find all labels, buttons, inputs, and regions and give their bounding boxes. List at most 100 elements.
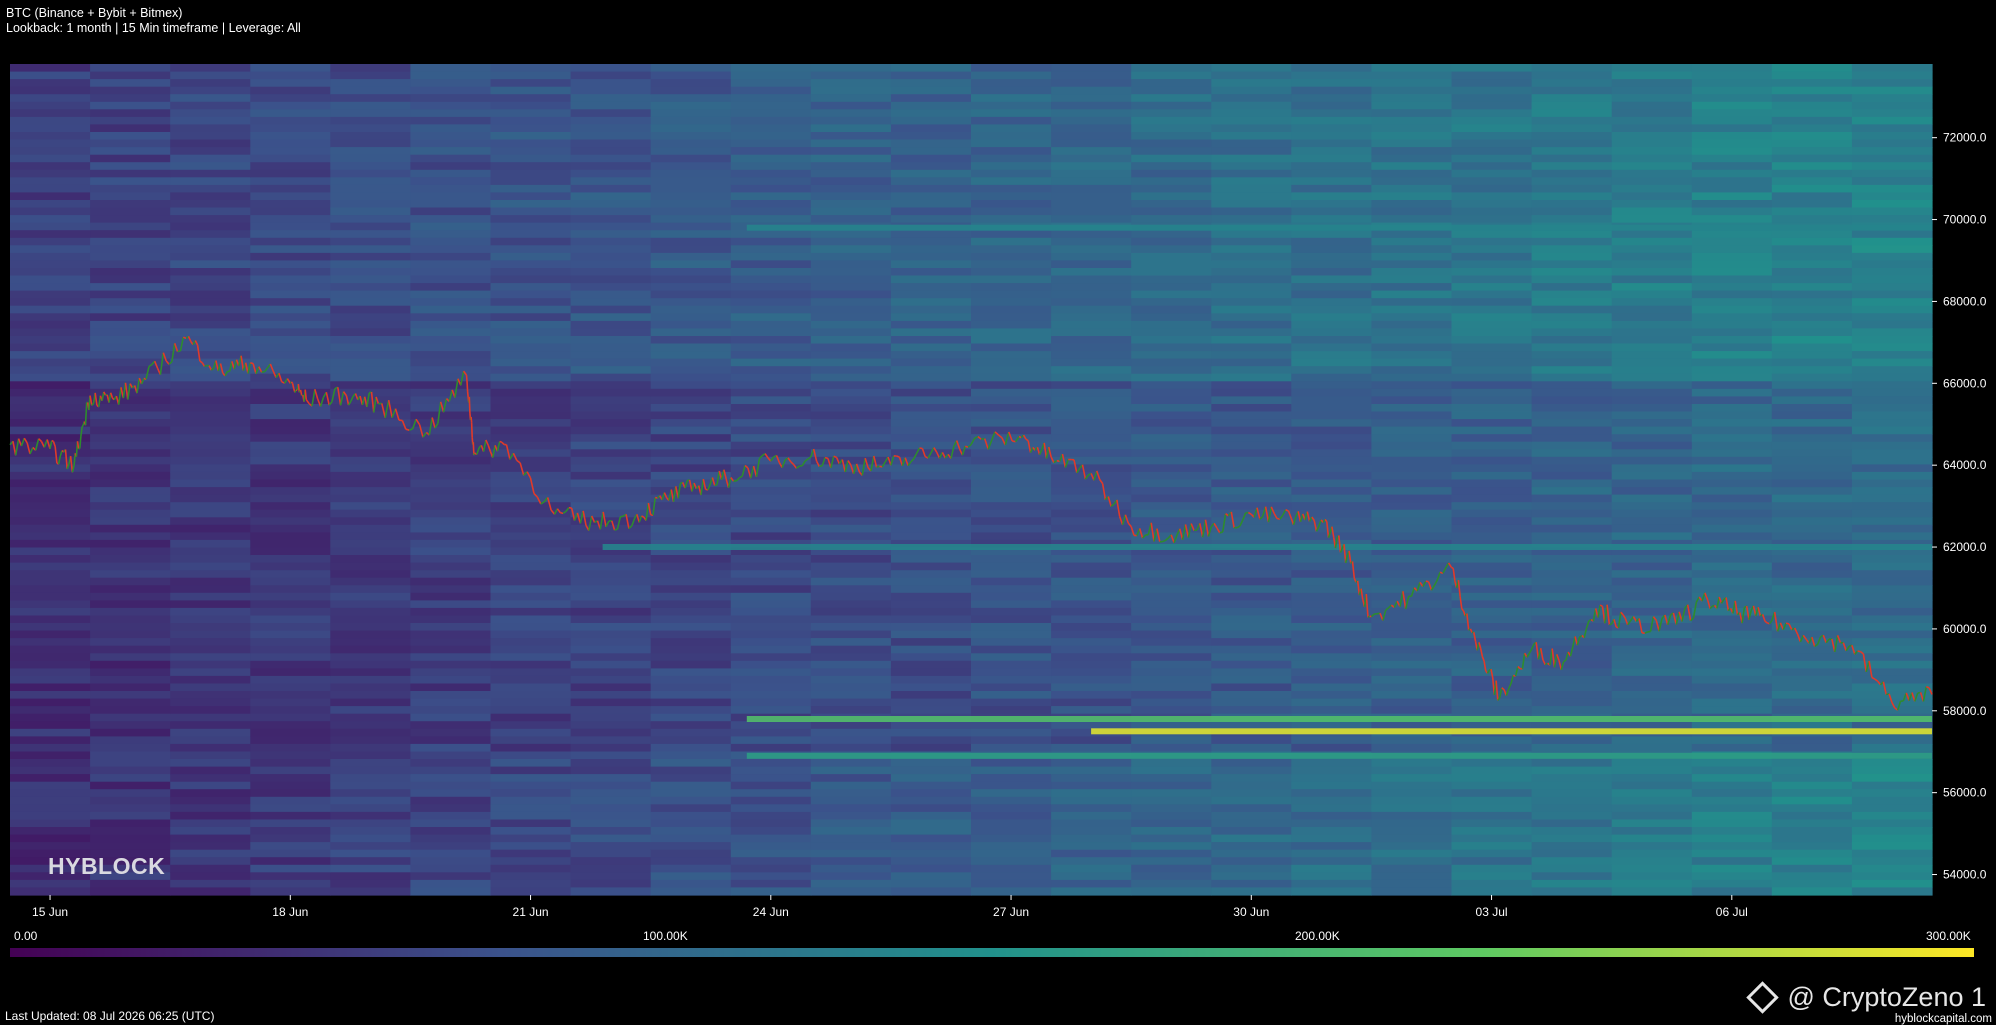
heatmap-cell — [250, 283, 331, 292]
heatmap-cell — [1691, 260, 1773, 269]
heatmap-cell — [1131, 404, 1212, 413]
heatmap-cell — [250, 487, 331, 496]
heatmap-cell — [971, 872, 1052, 881]
heatmap-cell — [330, 147, 411, 156]
heatmap-cell — [90, 721, 171, 730]
heatmap-cell — [650, 789, 732, 798]
heatmap-cell — [1131, 116, 1212, 126]
heatmap-cell — [1531, 872, 1613, 881]
heatmap-cell — [1291, 721, 1372, 730]
heatmap-cell — [1691, 668, 1773, 677]
heatmap-cell — [90, 343, 171, 352]
heatmap-cell — [890, 864, 972, 873]
heatmap-cell — [330, 366, 411, 375]
heatmap-cell — [250, 615, 331, 624]
heatmap-cell — [1291, 290, 1372, 299]
heatmap-cell — [1291, 64, 1372, 73]
heatmap-cell — [250, 638, 331, 647]
heatmap-cell — [1611, 864, 1693, 873]
heatmap-cell — [250, 517, 331, 526]
heatmap-cell — [90, 388, 171, 397]
heatmap-cell — [650, 842, 732, 851]
heatmap-cell — [170, 796, 251, 805]
heatmap-cell — [90, 796, 171, 805]
heatmap-cell — [730, 592, 812, 601]
heatmap-cell — [250, 169, 331, 178]
heatmap-cell — [1451, 419, 1533, 428]
heatmap-cell — [330, 305, 411, 314]
heatmap-cell — [1451, 585, 1533, 594]
heatmap-cell — [1131, 396, 1212, 405]
heatmap-cell — [170, 184, 251, 194]
liquidation-heatmap-chart[interactable]: 72000.070000.068000.066000.064000.062000… — [0, 0, 1996, 1025]
heatmap-cell — [1531, 305, 1613, 314]
heatmap-cell — [330, 774, 411, 783]
heatmap-cell — [1851, 781, 1933, 790]
heatmap-cell — [1691, 162, 1773, 171]
heatmap-cell — [1051, 116, 1132, 126]
heatmap-cell — [1531, 857, 1613, 866]
heatmap-cell — [250, 456, 331, 465]
heatmap-cell — [1131, 577, 1212, 586]
heatmap-cell — [1051, 849, 1132, 858]
heatmap-cell — [410, 298, 492, 307]
heatmap-cell — [650, 237, 732, 246]
heatmap-cell — [730, 577, 812, 586]
heatmap-cell — [410, 751, 492, 760]
heatmap-cell — [1371, 849, 1453, 858]
heatmap-cell — [170, 94, 251, 103]
heatmap-cell — [570, 192, 652, 201]
heatmap-cell — [570, 524, 652, 533]
heatmap-cell — [650, 79, 732, 88]
heatmap-cell — [810, 109, 892, 118]
heatmap-cell — [170, 721, 251, 730]
heatmap-cell — [1371, 759, 1453, 768]
colorbar-tick: 100.00K — [643, 929, 688, 943]
heatmap-cell — [10, 71, 91, 80]
heatmap-cell — [570, 577, 652, 586]
heatmap-cell — [330, 351, 411, 360]
heatmap-cell — [1051, 600, 1132, 609]
liquidation-band — [602, 544, 1932, 550]
heatmap-cell — [971, 577, 1052, 586]
heatmap-cell — [1131, 283, 1212, 292]
heatmap-cell — [650, 116, 732, 126]
heatmap-cell — [1531, 396, 1613, 405]
heatmap-cell — [1131, 381, 1212, 390]
heatmap-cell — [1371, 419, 1453, 428]
heatmap-cell — [730, 509, 812, 518]
heatmap-cell — [1371, 857, 1453, 866]
heatmap-cell — [1851, 86, 1933, 95]
heatmap-cell — [1371, 441, 1453, 450]
heatmap-cell — [330, 698, 411, 707]
heatmap-cell — [1051, 532, 1132, 541]
heatmap-cell — [1211, 154, 1292, 163]
heatmap-cell — [730, 683, 812, 692]
heatmap-cell — [90, 268, 171, 277]
heatmap-cell — [1531, 132, 1613, 141]
heatmap-cell — [1371, 494, 1453, 503]
site-link[interactable]: hyblockcapital.com — [1895, 1013, 1992, 1025]
heatmap-cell — [1371, 766, 1453, 775]
heatmap-cell — [1771, 79, 1853, 88]
heatmap-cell — [971, 691, 1052, 700]
heatmap-cell — [971, 268, 1052, 277]
heatmap-cell — [1851, 192, 1933, 201]
heatmap-cell — [730, 388, 812, 397]
heatmap-cell — [890, 502, 972, 511]
heatmap-cell — [1531, 487, 1613, 496]
heatmap-cell — [1611, 638, 1693, 647]
heatmap-cell — [90, 313, 171, 322]
heatmap-cell — [490, 283, 572, 292]
heatmap-cell — [330, 449, 411, 458]
price-segment — [261, 370, 265, 373]
heatmap-cell — [170, 245, 251, 254]
heatmap-cell — [1451, 517, 1533, 526]
heatmap-cell — [1131, 192, 1212, 201]
heatmap-cell — [250, 872, 331, 881]
heatmap-cell — [1291, 743, 1372, 753]
heatmap-cell — [730, 736, 812, 745]
heatmap-cell — [1531, 842, 1613, 851]
y-tick-label: 72000.0 — [1943, 131, 1987, 145]
heatmap-cell — [410, 328, 492, 337]
